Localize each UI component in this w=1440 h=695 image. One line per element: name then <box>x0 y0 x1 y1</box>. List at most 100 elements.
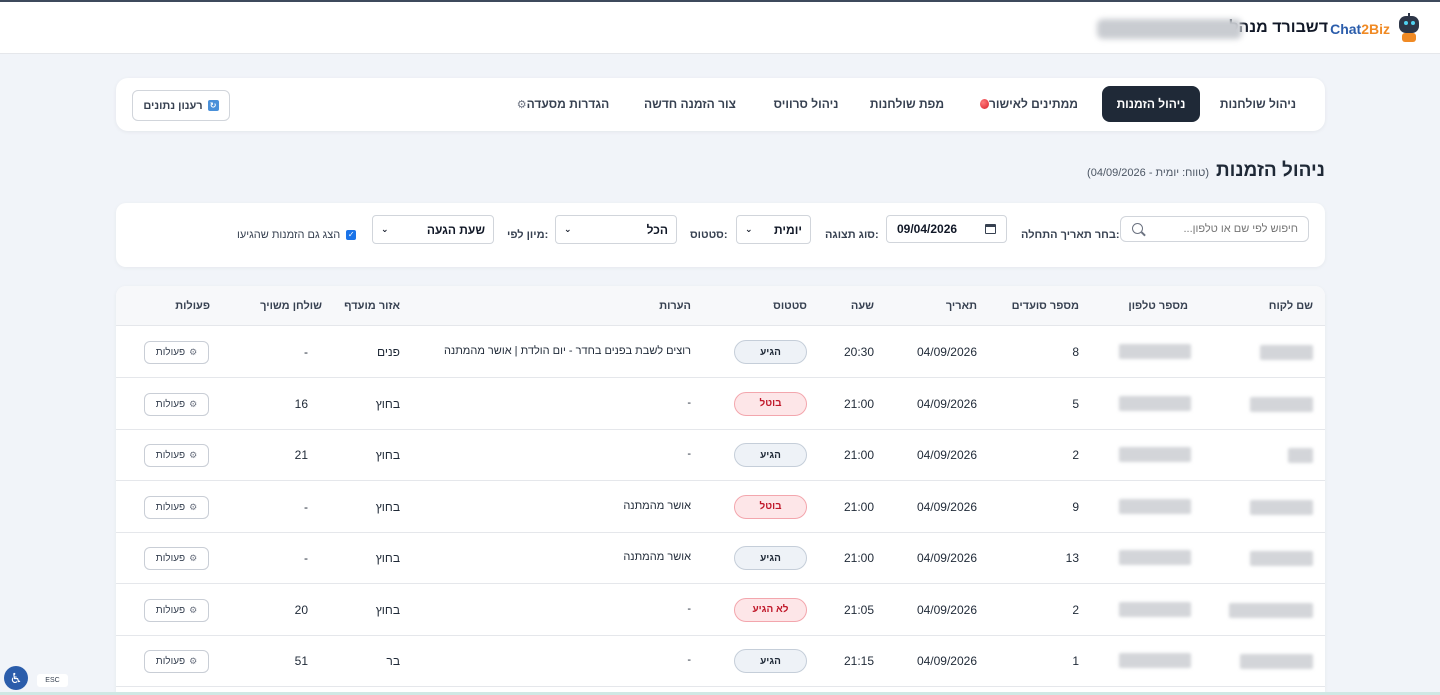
sort-select[interactable]: שעת הגעה ⌄ <box>372 215 494 244</box>
row-actions-button[interactable]: פעולות ⚙ <box>144 650 209 673</box>
accessibility-icon[interactable]: ♿ <box>4 666 28 690</box>
assigned-table-cell: - <box>304 345 308 359</box>
table-header: שם לקוח מספר טלפון מספר סועדים תאריך שעה… <box>116 286 1325 326</box>
assigned-table-cell: 16 <box>294 396 308 411</box>
col-actions: פעולות <box>175 300 210 312</box>
time-cell: 21:15 <box>843 654 874 668</box>
status-badge[interactable]: הגיע <box>734 546 807 570</box>
row-actions-button[interactable]: פעולות ⚙ <box>144 547 209 570</box>
assigned-table-cell: 20 <box>294 602 308 617</box>
chevron-down-icon: ⌄ <box>745 224 753 234</box>
row-actions-label: פעולות <box>155 553 186 564</box>
view-type-select[interactable]: יומית ⌄ <box>736 215 811 244</box>
refresh-data-button[interactable]: רענון נתונים ↻ <box>132 90 230 121</box>
nav-tables-map[interactable]: מפת שולחנות <box>867 86 947 122</box>
diners-cell: 9 <box>1072 499 1079 514</box>
phone-redacted <box>1119 550 1191 565</box>
row-actions-button[interactable]: פעולות ⚙ <box>144 392 209 416</box>
customer-name-redacted <box>1288 448 1313 463</box>
diners-cell: 13 <box>1065 551 1079 565</box>
table-row: 9 04/09/2026 21:00 בוטל אושר מהמתנה בחוץ - פעול… <box>116 482 1325 533</box>
status-select[interactable]: הכל ⌄ <box>555 215 677 244</box>
refresh-label: רענון נתונים <box>143 99 203 112</box>
status-badge[interactable]: הגיע <box>734 340 807 364</box>
time-cell: 21:00 <box>843 396 874 411</box>
customer-name-redacted <box>1260 345 1313 360</box>
nav-service-management[interactable]: ניהול סרוויס <box>766 86 846 122</box>
main-nav: ניהול שולחנות ניהול הזמנות ממתינים לאישו… <box>116 78 1325 131</box>
date-cell: 04/09/2026 <box>916 551 977 565</box>
diners-cell: 5 <box>1072 396 1079 411</box>
date-cell: 04/09/2026 <box>916 448 977 462</box>
table-row: 2 04/09/2026 21:05 לא הגיע - בחוץ 20 פעולות ⚙ <box>116 585 1325 636</box>
status-badge[interactable]: הגיע <box>734 649 807 673</box>
notes-cell: - <box>687 448 691 460</box>
start-date-label: בחר תאריך התחלה: <box>1021 229 1120 241</box>
assigned-table-cell: - <box>304 499 308 514</box>
show-arrived-toggle[interactable]: הצג גם הזמנות שהגיעו ✓ <box>237 229 357 241</box>
top-bar: Chat2Biz דשבורד מנהל <box>0 0 1440 54</box>
table-row: 1 04/09/2026 21:15 הגיע - בר 51 פעולות ⚙ <box>116 636 1325 687</box>
table-row: 8 04/09/2026 20:30 הגיע רוצים לשבת בפנים בחד… <box>116 327 1325 378</box>
nav-reservations-management[interactable]: ניהול הזמנות <box>1102 86 1200 122</box>
area-cell: בחוץ <box>375 602 400 617</box>
diners-cell: 2 <box>1072 602 1079 617</box>
checkbox-checked-icon[interactable]: ✓ <box>346 230 357 240</box>
status-badge[interactable]: הגיע <box>734 443 807 467</box>
calendar-icon[interactable] <box>985 224 996 234</box>
date-cell: 04/09/2026 <box>916 345 977 359</box>
chevron-down-icon: ⌄ <box>564 224 572 234</box>
nav-new-reservation[interactable]: צור הזמנה חדשה <box>644 86 736 122</box>
row-actions-label: פעולות <box>155 604 186 616</box>
status-badge[interactable]: לא הגיע <box>734 597 807 622</box>
gear-icon: ⚙ <box>516 98 527 111</box>
start-date-input[interactable]: 09/04/2026 <box>886 215 1007 243</box>
date-cell: 04/09/2026 <box>916 499 977 514</box>
view-type-label: סוג תצוגה: <box>825 229 879 241</box>
nav-pending-approval[interactable]: ממתינים לאישור <box>974 86 1078 122</box>
status-value: הכל <box>646 222 668 237</box>
dashboard-title: דשבורד מנהל <box>1229 19 1328 36</box>
time-cell: 21:00 <box>843 448 874 462</box>
gear-icon: ⚙ <box>189 450 198 460</box>
area-cell: בחוץ <box>375 551 400 565</box>
time-cell: 21:00 <box>843 551 874 565</box>
status-badge[interactable]: בוטל <box>734 391 807 416</box>
notes-cell: אושר מהמתנה <box>623 551 691 563</box>
col-phone: מספר טלפון <box>1128 300 1188 312</box>
row-actions-button[interactable]: פעולות ⚙ <box>144 598 209 622</box>
notes-cell: - <box>687 654 691 666</box>
col-customer: שם לקוח <box>1268 300 1313 312</box>
row-actions-button[interactable]: פעולות ⚙ <box>144 444 209 467</box>
search-input[interactable] <box>1120 216 1309 242</box>
search-icon <box>1132 223 1143 234</box>
show-arrived-label: הצג גם הזמנות שהגיעו <box>237 229 341 241</box>
row-actions-button[interactable]: פעולות ⚙ <box>144 341 209 364</box>
brand-logo[interactable]: Chat2Biz <box>1330 12 1422 46</box>
phone-redacted <box>1119 447 1191 462</box>
esc-hint[interactable]: ESC <box>37 674 68 687</box>
row-actions-button[interactable]: פעולות ⚙ <box>144 495 209 519</box>
col-time: שעה <box>850 300 874 312</box>
area-cell: בחוץ <box>375 448 400 462</box>
area-cell: בחוץ <box>375 499 400 514</box>
page-title: ניהול הזמנות <box>1215 160 1325 181</box>
date-cell: 04/09/2026 <box>916 654 977 668</box>
area-cell: בר <box>386 654 400 668</box>
nav-restaurant-settings[interactable]: ⚙ הגדרות מסעדה <box>511 86 611 122</box>
col-area: אזור מועדף <box>344 300 400 312</box>
page-subtitle: (טווח: יומית - 04/09/2026) <box>1087 167 1209 179</box>
status-badge[interactable]: בוטל <box>734 494 807 519</box>
gear-icon: ⚙ <box>189 553 198 563</box>
nav-tables-management[interactable]: ניהול שולחנות <box>1212 86 1304 122</box>
gear-icon: ⚙ <box>189 347 198 357</box>
table-row: 5 04/09/2026 21:00 בוטל - בחוץ 16 פעולות ⚙ <box>116 379 1325 430</box>
time-cell: 21:05 <box>843 602 874 617</box>
phone-redacted <box>1119 395 1191 411</box>
filters-panel: בחר תאריך התחלה: 09/04/2026 סוג תצוגה: י… <box>116 203 1325 267</box>
red-dot-icon <box>980 99 989 109</box>
sort-value: שעת הגעה <box>426 222 485 237</box>
date-cell: 04/09/2026 <box>916 396 977 411</box>
phone-redacted <box>1119 498 1191 514</box>
notes-cell: - <box>687 396 691 409</box>
